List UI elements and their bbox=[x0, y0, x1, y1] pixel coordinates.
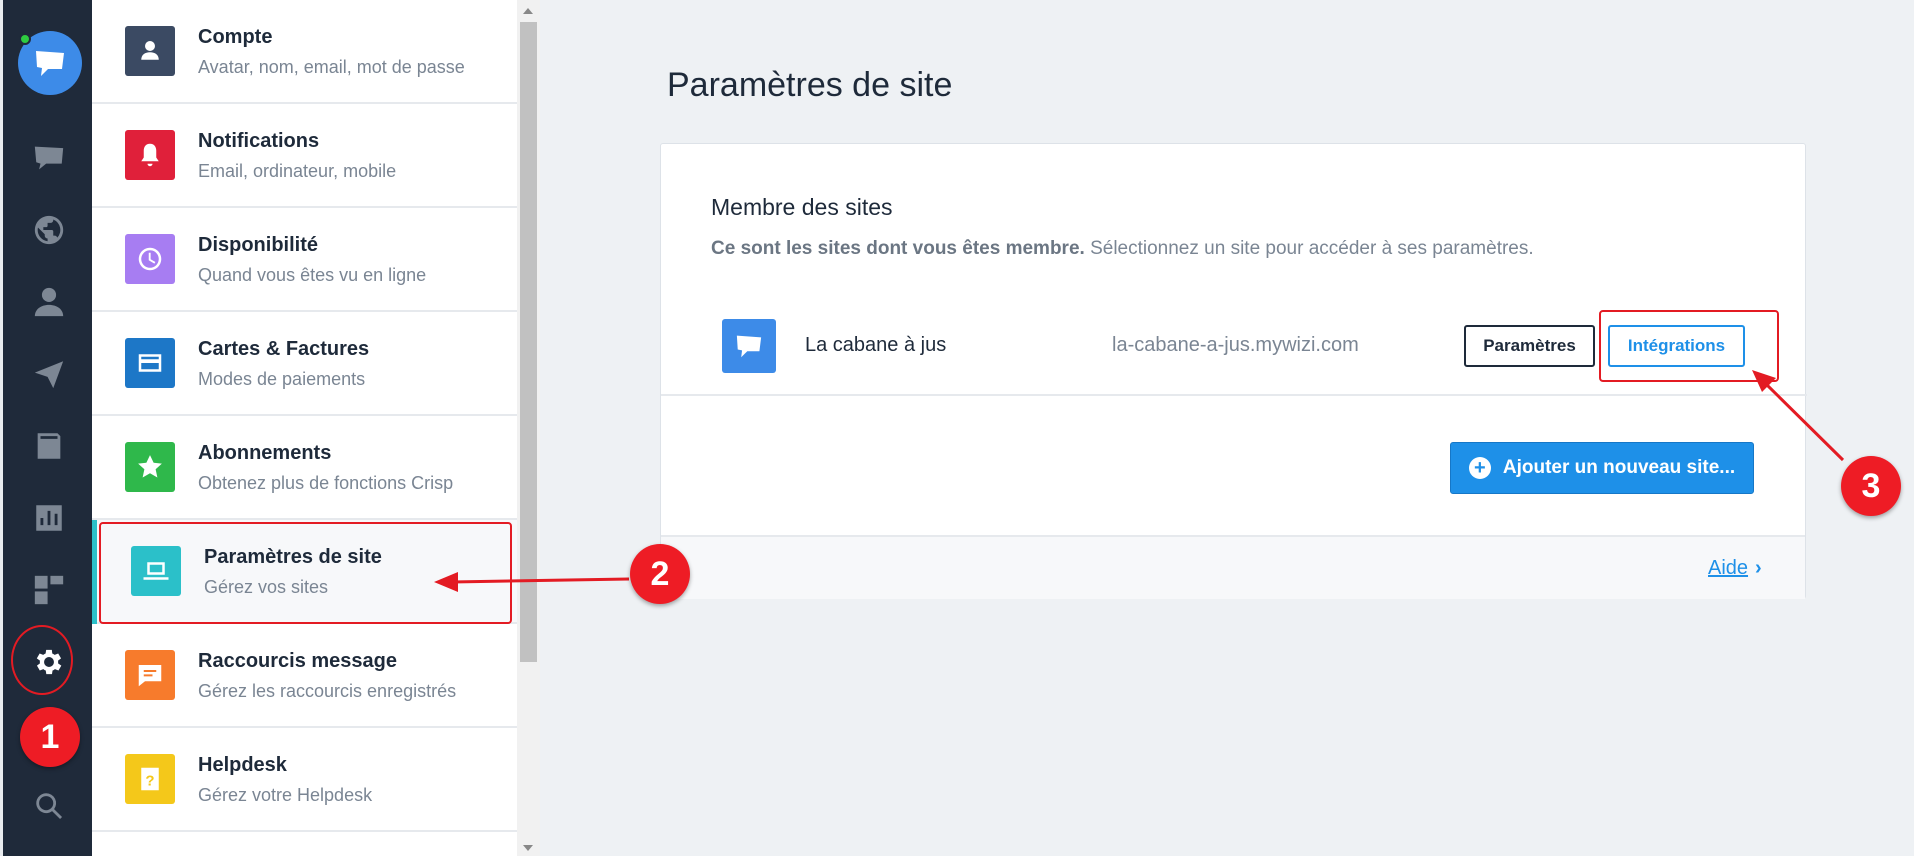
menu-item-notifications[interactable]: Notifications Email, ordinateur, mobile bbox=[92, 104, 517, 208]
card-title: Membre des sites bbox=[711, 194, 893, 220]
annotation-box-integrations bbox=[1599, 310, 1779, 382]
menu-item-title: Raccourcis message bbox=[198, 650, 398, 672]
menu-item-subtitle: Avatar, nom, email, mot de passe bbox=[198, 57, 465, 77]
menu-item-title: Abonnements bbox=[198, 442, 332, 464]
person-icon[interactable] bbox=[27, 280, 71, 324]
card-footer: Aide › bbox=[661, 535, 1805, 599]
site-name: La cabane à jus bbox=[805, 334, 947, 356]
card-description-rest: Sélectionnez un site pour accéder à ses … bbox=[1090, 238, 1534, 259]
annotation-badge-3: 3 bbox=[1841, 456, 1901, 516]
menu-item-raccourcis-message[interactable]: Raccourcis message Gérez les raccourcis … bbox=[92, 624, 517, 728]
message-icon bbox=[125, 650, 175, 700]
globe-icon[interactable] bbox=[27, 208, 71, 252]
plugins-icon[interactable] bbox=[27, 568, 71, 612]
card-icon bbox=[125, 338, 175, 388]
menu-item-title: Disponibilité bbox=[198, 234, 318, 256]
chevron-right-icon[interactable]: › bbox=[1755, 557, 1762, 580]
scrollbar-thumb[interactable] bbox=[520, 22, 537, 662]
annotation-box-site-settings bbox=[99, 522, 512, 624]
menu-item-subtitle: Email, ordinateur, mobile bbox=[198, 161, 397, 181]
site-settings-button[interactable]: Paramètres bbox=[1464, 325, 1595, 367]
scroll-up-arrow-icon[interactable] bbox=[523, 8, 533, 14]
menu-item-title: Notifications bbox=[198, 130, 320, 152]
menu-item-subtitle: Gérez les raccourcis enregistrés bbox=[198, 681, 457, 701]
menu-item-disponibilite[interactable]: Disponibilité Quand vous êtes vu en lign… bbox=[92, 208, 517, 312]
menu-item-abonnements[interactable]: Abonnements Obtenez plus de fonctions Cr… bbox=[92, 416, 517, 520]
menu-item-subtitle: Quand vous êtes vu en ligne bbox=[198, 265, 427, 285]
menu-item-subtitle: Modes de paiements bbox=[198, 369, 366, 389]
help-link[interactable]: Aide bbox=[1708, 557, 1748, 580]
online-status-dot bbox=[19, 33, 31, 45]
search-icon[interactable] bbox=[27, 784, 71, 828]
menu-item-title: Helpdesk bbox=[198, 754, 287, 776]
menu-item-subtitle: Obtenez plus de fonctions Crisp bbox=[198, 473, 454, 493]
site-logo-icon bbox=[722, 319, 776, 373]
menu-item-title: Cartes & Factures bbox=[198, 338, 370, 360]
menu-item-subtitle: Gérez votre Helpdesk bbox=[198, 785, 373, 805]
card-description-bold: Ce sont les sites dont vous êtes membre. bbox=[711, 238, 1085, 259]
annotation-badge-1: 1 bbox=[20, 707, 80, 767]
menu-item-title: Compte bbox=[198, 26, 273, 48]
settings-menu: Compte Avatar, nom, email, mot de passe … bbox=[92, 0, 517, 856]
chart-icon[interactable] bbox=[27, 496, 71, 540]
svg-text:?: ? bbox=[145, 772, 154, 789]
send-icon[interactable] bbox=[27, 352, 71, 396]
user-icon bbox=[125, 26, 175, 76]
bell-icon bbox=[125, 130, 175, 180]
annotation-circle-settings bbox=[11, 625, 73, 695]
menu-item-compte[interactable]: Compte Avatar, nom, email, mot de passe bbox=[92, 0, 517, 104]
helpdesk-icon: ? bbox=[125, 754, 175, 804]
star-icon bbox=[125, 442, 175, 492]
menu-item-helpdesk[interactable]: ? Helpdesk Gérez votre Helpdesk bbox=[92, 728, 517, 832]
scroll-down-arrow-icon[interactable] bbox=[523, 845, 533, 851]
add-site-button[interactable]: + Ajouter un nouveau site... bbox=[1450, 442, 1754, 494]
plus-circle-icon: + bbox=[1468, 457, 1491, 479]
clock-icon bbox=[125, 234, 175, 284]
add-site-label: Ajouter un nouveau site... bbox=[1502, 457, 1736, 478]
annotation-badge-2: 2 bbox=[630, 544, 690, 604]
menu-scrollbar[interactable] bbox=[517, 0, 540, 856]
card-description: Ce sont les sites dont vous êtes membre.… bbox=[711, 238, 1534, 260]
book-icon[interactable] bbox=[27, 424, 71, 468]
menu-item-cartes-factures[interactable]: Cartes & Factures Modes de paiements bbox=[92, 312, 517, 416]
site-domain: la-cabane-a-jus.mywizi.com bbox=[1112, 334, 1359, 356]
page-title: Paramètres de site bbox=[667, 66, 953, 104]
chat-icon[interactable] bbox=[27, 136, 71, 180]
